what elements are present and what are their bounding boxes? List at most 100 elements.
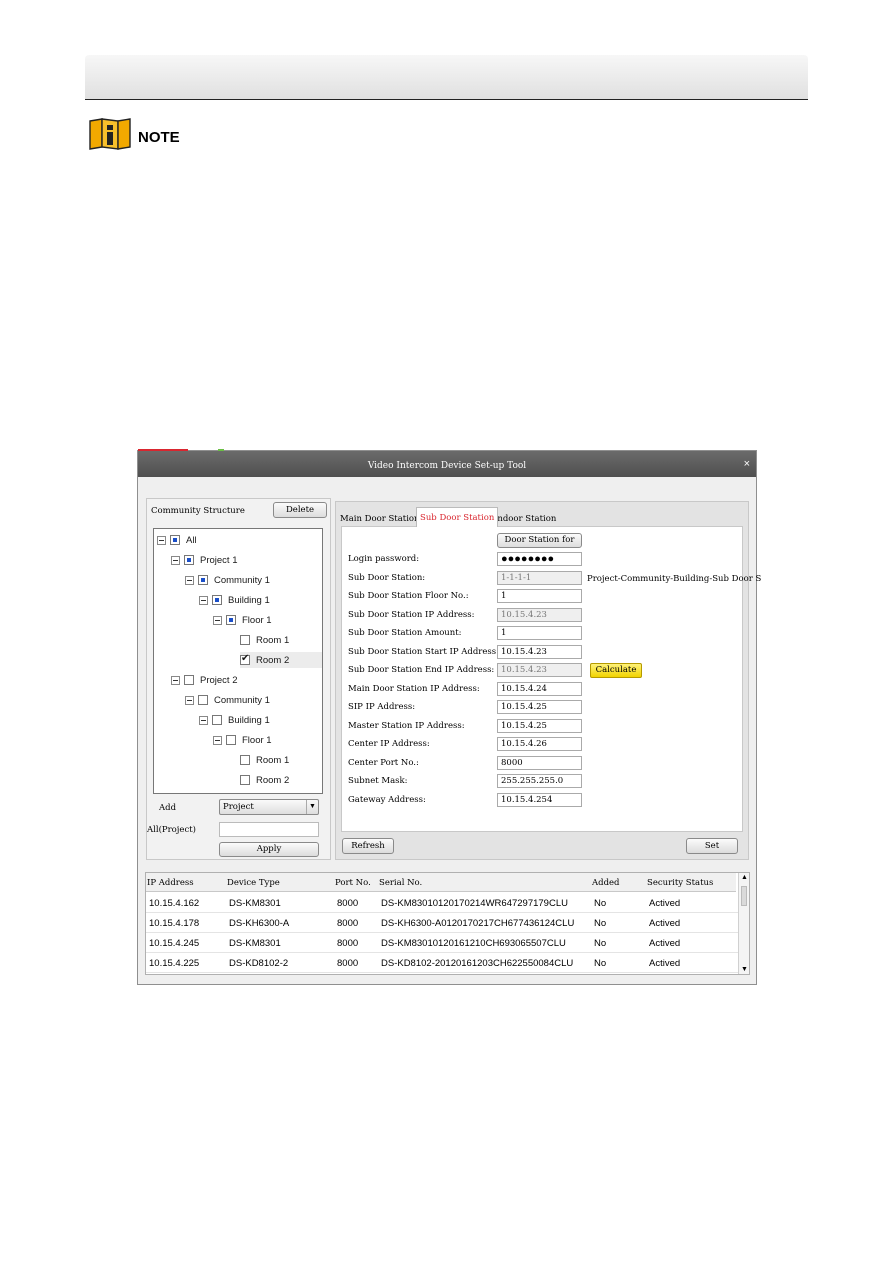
app-window: Video Intercom Device Set-up Tool × Comm… bbox=[137, 449, 761, 985]
collapse-icon[interactable] bbox=[199, 595, 208, 605]
column-header[interactable]: Serial No. bbox=[379, 878, 422, 888]
table-row[interactable]: 10.15.4.162 DS-KM8301 8000 DS-KM83010120170… bbox=[146, 893, 741, 913]
scroll-thumb[interactable] bbox=[741, 886, 747, 906]
tree-node-label: Room 2 bbox=[256, 774, 290, 786]
all-project-input[interactable] bbox=[219, 822, 319, 837]
column-header[interactable]: IP Address bbox=[147, 878, 194, 888]
add-type-select[interactable]: Project ▼ bbox=[219, 799, 319, 815]
collapse-icon[interactable] bbox=[157, 535, 166, 545]
apply-button[interactable]: Apply bbox=[219, 842, 319, 857]
table-cell: Actived bbox=[649, 898, 681, 909]
collapse-icon[interactable] bbox=[213, 615, 222, 625]
tree-checkbox[interactable] bbox=[226, 615, 236, 625]
login-password-input[interactable]: ●●●●●●●● bbox=[497, 552, 582, 566]
field-input[interactable]: 10.15.4.25 bbox=[497, 718, 582, 733]
tree-node[interactable]: Project 2 bbox=[171, 672, 238, 688]
delete-button[interactable]: Delete bbox=[273, 502, 327, 518]
scroll-down-icon[interactable]: ▼ bbox=[741, 966, 748, 973]
field-label: Subnet Mask: bbox=[348, 776, 408, 786]
collapse-icon[interactable] bbox=[185, 695, 194, 705]
table-row[interactable]: 10.15.4.225 DS-KD8102-2 8000 DS-KD8102-2012… bbox=[146, 953, 741, 973]
tree-node[interactable]: Building 1 bbox=[199, 592, 270, 608]
note-icon bbox=[89, 118, 131, 150]
field-input[interactable]: 1-1-1-1 bbox=[497, 570, 582, 585]
document-header-rule bbox=[85, 99, 808, 100]
tree-checkbox[interactable] bbox=[170, 535, 180, 545]
chevron-down-icon[interactable]: ▼ bbox=[306, 800, 318, 814]
tree-checkbox[interactable] bbox=[184, 555, 194, 565]
tree-checkbox[interactable] bbox=[198, 575, 208, 585]
tree-checkbox[interactable] bbox=[184, 675, 194, 685]
field-label: Sub Door Station Floor No.: bbox=[348, 591, 469, 601]
table-cell: 8000 bbox=[337, 958, 359, 969]
tree-checkbox[interactable] bbox=[212, 715, 222, 725]
field-input[interactable]: 10.15.4.23 bbox=[497, 644, 582, 659]
collapse-icon[interactable] bbox=[185, 575, 194, 585]
collapse-icon[interactable] bbox=[171, 555, 180, 565]
column-header[interactable]: Port No. bbox=[335, 878, 371, 888]
table-row[interactable]: 10.15.4.178 DS-KH6300-A 8000 DS-KH6300-A012… bbox=[146, 913, 741, 933]
column-header[interactable]: Security Status bbox=[647, 878, 713, 888]
tree-checkbox[interactable] bbox=[226, 735, 236, 745]
tree-checkbox[interactable] bbox=[240, 775, 250, 785]
field-input[interactable]: 10.15.4.23 bbox=[497, 607, 582, 622]
tree-node-label: Floor 1 bbox=[242, 614, 272, 626]
tree-node[interactable]: Floor 1 bbox=[213, 612, 272, 628]
collapse-icon[interactable] bbox=[213, 735, 222, 745]
table-row[interactable]: 10.15.4.245 DS-KM8301 8000 DS-KM83010120161… bbox=[146, 933, 741, 953]
table-cell: No bbox=[594, 958, 607, 969]
tree-checkbox[interactable] bbox=[240, 755, 250, 765]
tree-node[interactable]: Floor 1 bbox=[213, 732, 272, 748]
table-cell: Actived bbox=[649, 938, 681, 949]
tree-node-label: Floor 1 bbox=[242, 734, 272, 746]
tree-node-label: Building 1 bbox=[228, 594, 270, 606]
door-station-for-button[interactable]: Door Station for bbox=[497, 533, 582, 548]
field-label: Sub Door Station End IP Address: bbox=[348, 665, 495, 675]
field-label: Center IP Address: bbox=[348, 739, 430, 749]
table-scrollbar[interactable]: ▲ ▼ bbox=[738, 873, 749, 974]
table-cell: No bbox=[594, 918, 607, 929]
table-cell: DS-KH6300-A bbox=[229, 918, 290, 929]
calculate-button[interactable]: Calculate bbox=[590, 663, 642, 678]
table-cell: 8000 bbox=[337, 918, 359, 929]
field-input[interactable]: 10.15.4.25 bbox=[497, 700, 582, 714]
field-input[interactable]: 255.255.255.0 bbox=[497, 774, 582, 788]
field-input[interactable]: 1 bbox=[497, 626, 582, 640]
community-structure-panel: Community Structure Delete All Project 1 C… bbox=[146, 498, 331, 860]
tree-checkbox[interactable] bbox=[198, 695, 208, 705]
tree-node[interactable]: Project 1 bbox=[171, 552, 238, 568]
tab-sub-door-station[interactable]: Sub Door Station bbox=[416, 507, 499, 527]
column-header[interactable]: Device Type bbox=[227, 878, 280, 888]
collapse-icon[interactable] bbox=[171, 675, 180, 685]
scroll-up-icon[interactable]: ▲ bbox=[741, 874, 748, 881]
field-input[interactable]: 10.15.4.254 bbox=[497, 792, 582, 807]
field-input[interactable]: 10.15.4.24 bbox=[497, 681, 582, 696]
field-input[interactable]: 8000 bbox=[497, 755, 582, 770]
field-label: Sub Door Station IP Address: bbox=[348, 609, 475, 620]
table-header: IP Address Device Type Port No. Serial No. A… bbox=[146, 873, 736, 892]
tree-node[interactable]: Room 2 bbox=[240, 772, 289, 788]
field-input[interactable]: 1 bbox=[497, 589, 582, 603]
column-header[interactable]: Added bbox=[592, 878, 620, 888]
tree-checkbox[interactable] bbox=[240, 653, 250, 665]
document-header-bar bbox=[85, 55, 808, 99]
field-input[interactable]: 10.15.4.26 bbox=[497, 737, 582, 751]
refresh-button[interactable]: Refresh bbox=[342, 838, 394, 854]
collapse-icon[interactable] bbox=[199, 715, 208, 725]
tree-node-label: Room 1 bbox=[256, 634, 290, 646]
tree-node[interactable]: Community 1 bbox=[185, 692, 270, 708]
tree-node-label: Project 1 bbox=[200, 554, 238, 566]
tree-checkbox[interactable] bbox=[212, 595, 222, 605]
device-config-panel: Main Door Station Indoor Station Door St… bbox=[335, 501, 761, 860]
tree-node[interactable]: Room 1 bbox=[240, 632, 289, 648]
close-icon[interactable]: × bbox=[744, 451, 750, 477]
title-bar[interactable]: Video Intercom Device Set-up Tool × bbox=[138, 451, 756, 477]
tree-node[interactable]: Building 1 bbox=[199, 712, 270, 728]
tree-checkbox[interactable] bbox=[240, 635, 250, 645]
field-input[interactable]: 10.15.4.23 bbox=[497, 663, 582, 677]
set-button[interactable]: Set bbox=[686, 838, 738, 854]
tree-node[interactable]: All bbox=[157, 532, 197, 548]
tree-node[interactable]: Room 2 bbox=[240, 652, 322, 668]
tree-node[interactable]: Room 1 bbox=[240, 752, 289, 768]
tree-node[interactable]: Community 1 bbox=[185, 572, 270, 588]
